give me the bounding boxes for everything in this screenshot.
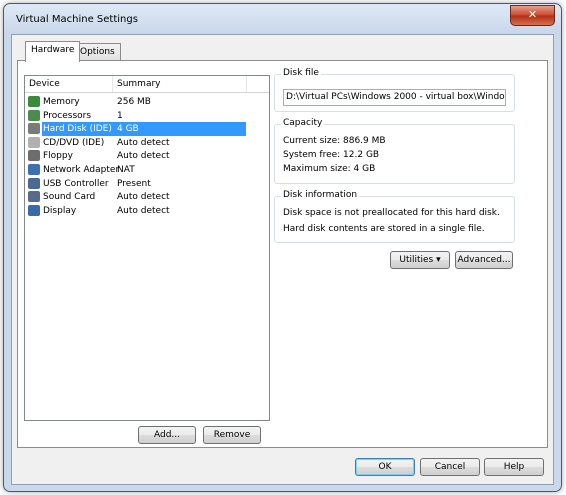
sound-card-icon [28,191,40,203]
device-row-display[interactable]: Display Auto detect [25,204,269,218]
device-name: Processors [43,110,92,121]
cd-dvd-icon [28,136,40,148]
utilities-button[interactable]: Utilities ▾ [390,251,450,269]
device-row-processors[interactable]: Processors 1 [25,109,269,123]
device-name: Memory [43,97,80,107]
help-button[interactable]: Help [484,458,544,476]
device-row-usb-controller[interactable]: USB Controller Present [25,177,269,191]
disk-file-path-input[interactable]: D:\Virtual PCs\Windows 2000 - virtual bo… [283,89,506,106]
device-summary: 256 MB [117,97,151,107]
device-list-header: Device Summary [25,76,269,93]
usb-controller-icon [28,177,40,189]
device-summary: Auto detect [117,205,170,216]
floppy-icon [28,150,40,162]
tab-hardware-label: Hardware [31,45,75,55]
device-summary: Present [117,178,151,189]
ok-button[interactable]: OK [355,458,415,476]
column-divider[interactable] [112,76,113,92]
disk-file-group: Disk file D:\Virtual PCs\Windows 2000 - … [274,68,515,112]
disk-file-legend: Disk file [281,68,321,78]
device-summary: Auto detect [117,137,170,148]
device-name: Display [43,205,77,216]
device-name: Hard Disk (IDE) [43,124,112,135]
network-adapter-icon [28,164,40,175]
device-summary: 1 [117,110,123,121]
column-header-device[interactable]: Device [29,79,60,89]
maximum-size-text: Maximum size: 4 GB [283,164,376,174]
device-summary: 4 GB [117,124,139,135]
remove-button[interactable]: Remove [203,426,261,444]
device-row-floppy[interactable]: Floppy Auto detect [25,149,269,163]
cancel-button[interactable]: Cancel [420,458,480,476]
title-bar[interactable]: Virtual Machine Settings ✕ [4,4,561,34]
device-summary: NAT [117,165,135,175]
device-name: CD/DVD (IDE) [43,137,105,148]
capacity-legend: Capacity [281,118,325,128]
dropdown-arrow-icon: ▾ [436,255,441,265]
add-button[interactable]: Add... [138,426,196,444]
device-name: Floppy [43,151,73,162]
device-name: USB Controller [43,178,109,189]
processor-icon [28,109,40,121]
display-icon [28,204,40,216]
dialog-client-area: Hardware Options Device Summary Memory 25… [11,34,554,485]
device-summary: Auto detect [117,151,170,162]
device-row-sound-card[interactable]: Sound Card Auto detect [25,190,269,204]
tab-hardware[interactable]: Hardware [25,41,81,62]
device-row-cd-dvd-ide[interactable]: CD/DVD (IDE) Auto detect [25,136,269,150]
tab-options[interactable]: Options [74,43,121,61]
window-title: Virtual Machine Settings [16,14,138,25]
device-row-network-adapter[interactable]: Network Adapter NAT [25,163,269,177]
column-divider[interactable] [246,76,247,92]
tab-options-label: Options [80,47,115,57]
device-list[interactable]: Device Summary Memory 256 MB Processors 1 Ha… [24,75,270,421]
disk-information-legend: Disk information [281,190,360,200]
hard-disk-icon [28,123,40,135]
device-row-memory[interactable]: Memory 256 MB [25,95,269,109]
advanced-button[interactable]: Advanced... [455,251,513,269]
device-summary: Auto detect [117,192,170,203]
hardware-tab-panel: Device Summary Memory 256 MB Processors 1 Ha… [17,60,548,448]
close-icon: ✕ [527,8,538,21]
device-name: Sound Card [43,192,96,203]
disk-info-storage-text: Hard disk contents are stored in a singl… [283,224,485,234]
disk-info-preallocation-text: Disk space is not preallocated for this … [283,208,500,218]
capacity-group: Capacity Current size: 886.9 MB System f… [274,118,515,184]
settings-window: Virtual Machine Settings ✕ Hardware Opti… [3,3,562,492]
device-row-hard-disk-ide[interactable]: Hard Disk (IDE) 4 GB [25,122,269,137]
memory-icon [28,96,40,107]
utilities-button-label: Utilities [399,255,434,265]
current-size-text: Current size: 886.9 MB [283,136,386,146]
column-header-summary[interactable]: Summary [117,79,161,89]
system-free-text: System free: 12.2 GB [283,150,380,160]
close-button[interactable]: ✕ [510,5,555,26]
disk-information-group: Disk information Disk space is not preal… [274,190,515,243]
device-name: Network Adapter [43,165,120,175]
